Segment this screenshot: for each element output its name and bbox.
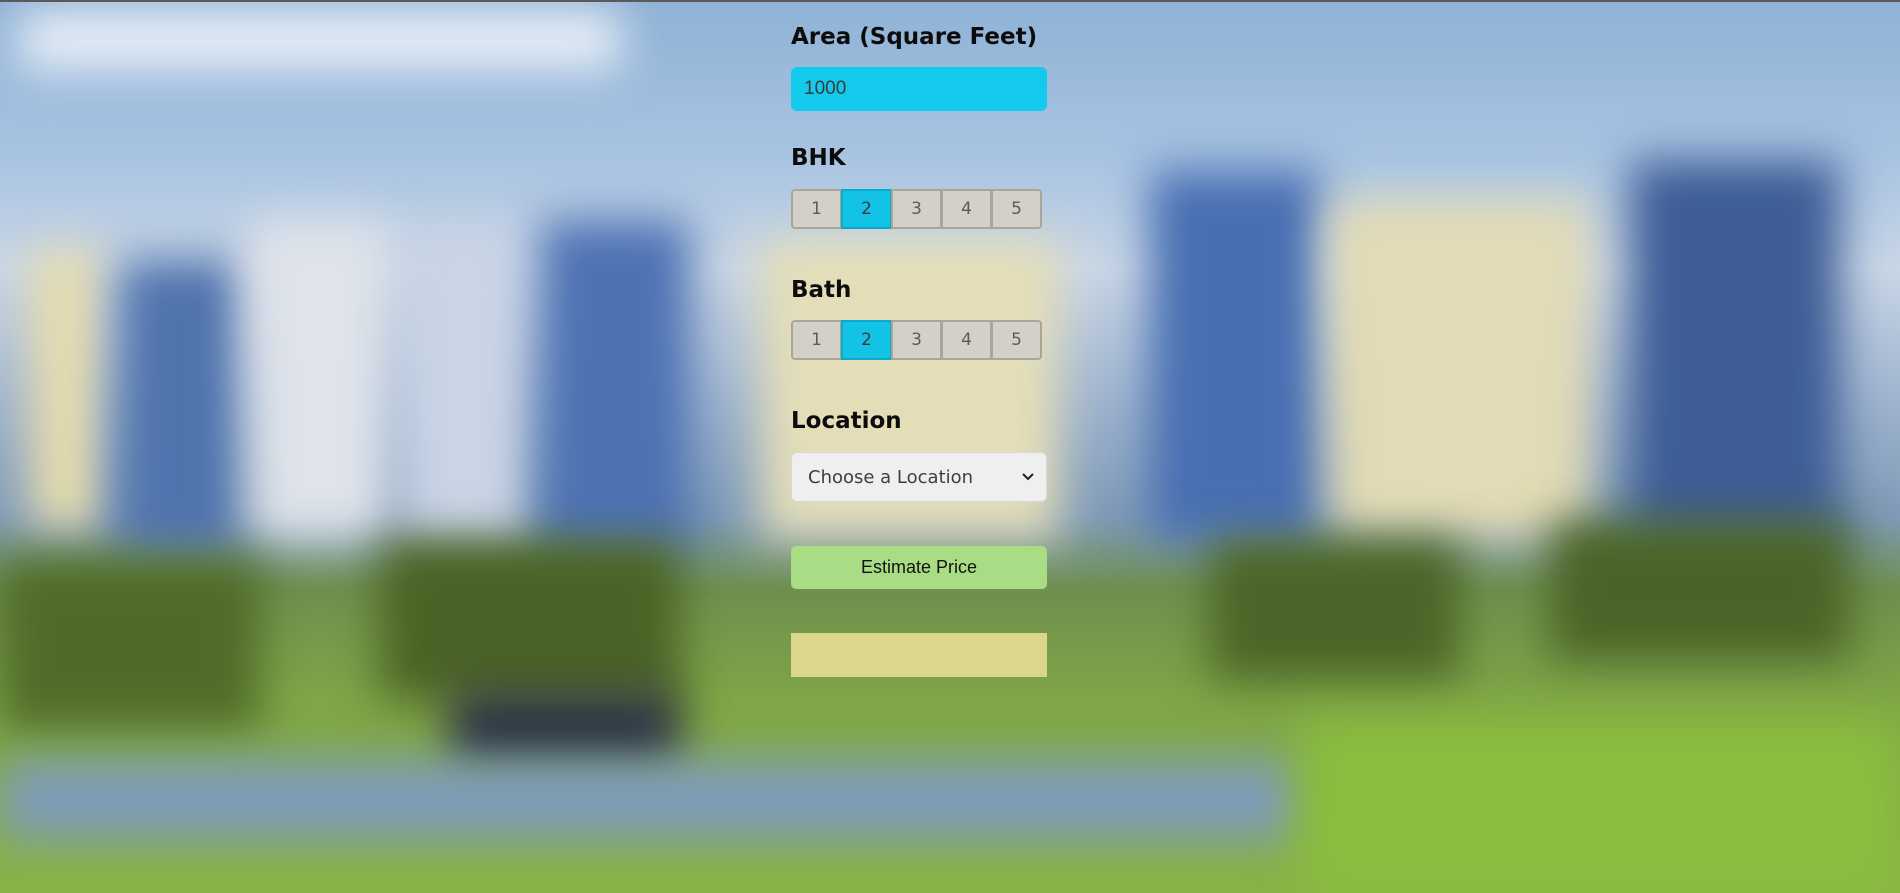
area-label: Area (Square Feet)	[791, 24, 1038, 50]
window-top-border	[0, 0, 1900, 2]
bhk-option-5[interactable]: 5	[991, 189, 1042, 229]
bath-selector: 1 2 3 4 5	[791, 320, 1046, 360]
background-image	[0, 0, 1900, 893]
estimated-price-output	[791, 633, 1047, 677]
bath-option-3[interactable]: 3	[891, 320, 942, 360]
bath-option-4[interactable]: 4	[941, 320, 992, 360]
bath-option-1[interactable]: 1	[791, 320, 842, 360]
bath-option-5[interactable]: 5	[991, 320, 1042, 360]
bhk-option-4[interactable]: 4	[941, 189, 992, 229]
location-select-value: Choose a Location	[808, 466, 974, 488]
bhk-option-2[interactable]: 2	[841, 189, 892, 229]
location-label: Location	[791, 408, 902, 434]
bhk-option-3[interactable]: 3	[891, 189, 942, 229]
bath-option-2[interactable]: 2	[841, 320, 892, 360]
bath-label: Bath	[791, 277, 852, 303]
bhk-selector: 1 2 3 4 5	[791, 189, 1046, 229]
estimate-price-button[interactable]: Estimate Price	[791, 546, 1047, 589]
location-select[interactable]: Choose a Location	[791, 452, 1047, 502]
area-input[interactable]	[791, 67, 1047, 111]
bhk-label: BHK	[791, 145, 846, 171]
bhk-option-1[interactable]: 1	[791, 189, 842, 229]
chevron-down-icon	[1022, 473, 1034, 481]
